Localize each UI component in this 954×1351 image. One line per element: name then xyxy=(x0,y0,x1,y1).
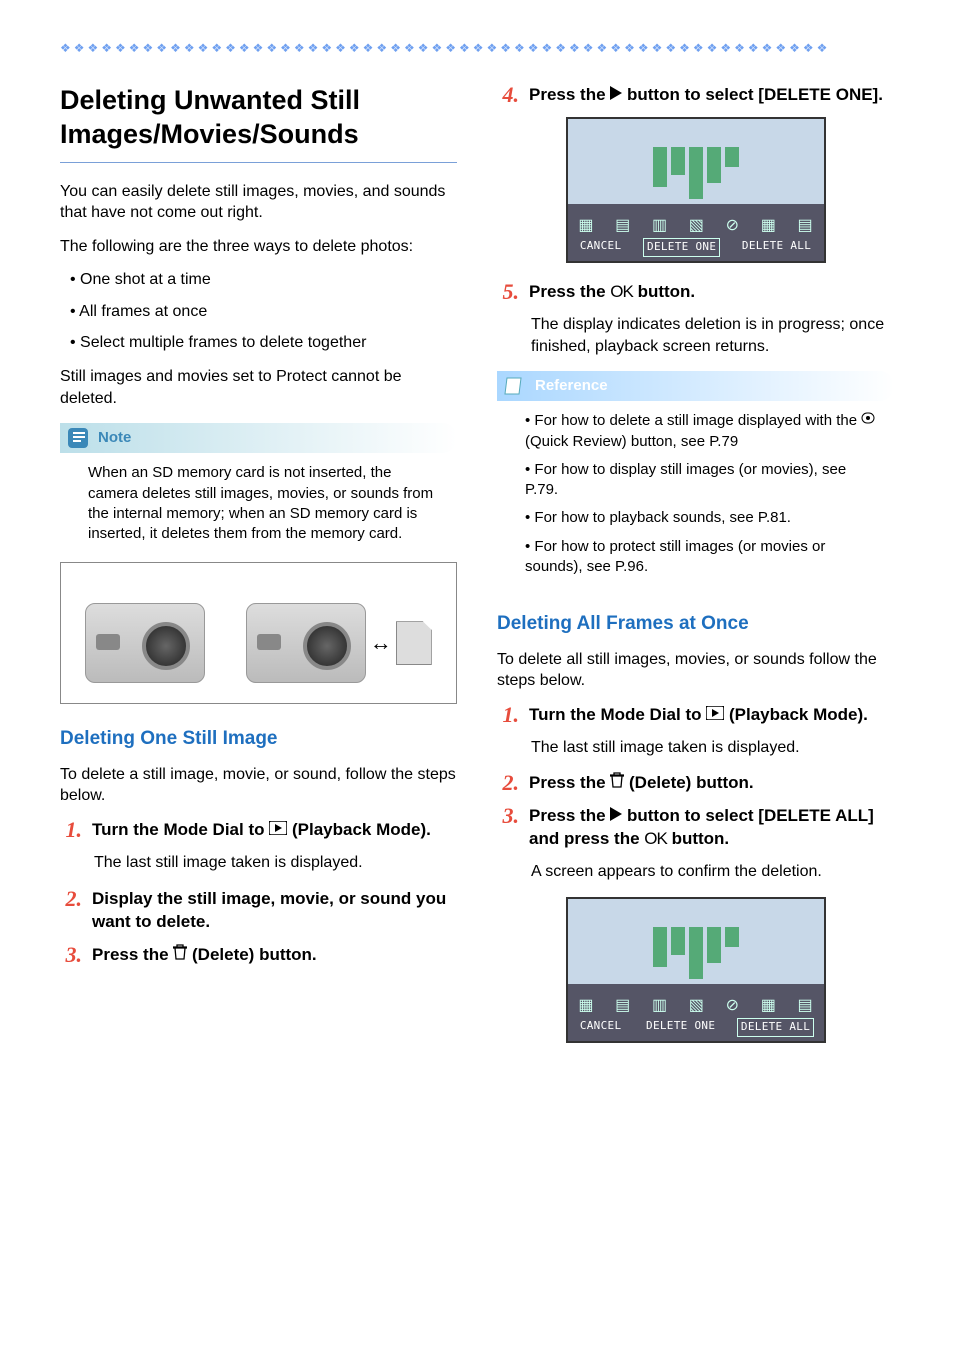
ok-icon: OK xyxy=(644,828,667,851)
step-description: A screen appears to confirm the deletion… xyxy=(531,861,894,883)
section-intro: To delete a still image, movie, or sound… xyxy=(60,764,457,807)
step-number: 1. xyxy=(497,704,519,727)
left-column: Deleting Unwanted Still Images/Movies/So… xyxy=(60,84,457,1061)
step-text: Press the (Delete) button. xyxy=(529,772,894,795)
intro-bullet-list: One shot at a time All frames at once Se… xyxy=(70,269,457,354)
two-column-layout: Deleting Unwanted Still Images/Movies/So… xyxy=(60,84,894,1061)
step-text: Display the still image, movie, or sound… xyxy=(92,888,457,934)
reference-label: Reference xyxy=(535,376,608,396)
step-1: 1. Turn the Mode Dial to (Playback Mode)… xyxy=(60,819,457,842)
step-2b: 2. Press the (Delete) button. xyxy=(497,772,894,795)
lcd-screenshot-delete-one: ▦ ▤ ▥ ▧ ⊘ ▦ ▤ CANCEL DELETE ONE DELETE A… xyxy=(566,117,826,263)
trash-icon xyxy=(610,772,624,795)
step-text: Turn the Mode Dial to (Playback Mode). xyxy=(529,704,894,727)
intro-paragraph-1: You can easily delete still images, movi… xyxy=(60,181,457,224)
thumb-icon: ⊘ xyxy=(726,215,739,237)
camera-illustration: ↔ xyxy=(60,562,457,704)
sd-card-icon xyxy=(396,621,432,665)
step-3: 3. Press the (Delete) button. xyxy=(60,944,457,967)
thumb-icon: ▦ xyxy=(578,215,593,237)
thumb-icon: ▦ xyxy=(761,995,776,1017)
thumb-icon: ⊘ xyxy=(726,995,739,1017)
reference-item: For how to display still images (or movi… xyxy=(525,460,882,501)
reference-icon xyxy=(501,372,529,400)
step-5: 5. Press the OK button. xyxy=(497,281,894,304)
camera-icon xyxy=(85,603,205,683)
camera-icon xyxy=(246,603,366,683)
screenshot-cancel: CANCEL xyxy=(577,238,625,257)
intro-bullet: Select multiple frames to delete togethe… xyxy=(70,332,457,354)
thumb-icon: ▧ xyxy=(689,995,704,1017)
note-callout: Note When an SD memory card is not inser… xyxy=(60,423,457,548)
screenshot-cancel: CANCEL xyxy=(577,1018,625,1037)
page-title: Deleting Unwanted Still Images/Movies/So… xyxy=(60,84,457,163)
thumb-icon: ▤ xyxy=(615,995,630,1017)
section-heading: Deleting One Still Image xyxy=(60,726,457,752)
screenshot-delete-one: DELETE ONE xyxy=(643,1018,718,1037)
step-description: The last still image taken is displayed. xyxy=(94,852,457,874)
step-number: 5. xyxy=(497,281,519,304)
right-column: 4. Press the button to select [DELETE ON… xyxy=(497,84,894,1061)
section-intro: To delete all still images, movies, or s… xyxy=(497,649,894,692)
reference-header: Reference xyxy=(497,371,894,401)
screenshot-delete-all: DELETE ALL xyxy=(739,238,814,257)
thumb-icon: ▦ xyxy=(578,995,593,1017)
right-arrow-icon xyxy=(610,84,622,107)
thumb-icon: ▤ xyxy=(615,215,630,237)
step-number: 3. xyxy=(497,805,519,851)
lcd-screenshot-delete-all: ▦ ▤ ▥ ▧ ⊘ ▦ ▤ CANCEL DELETE ONE DELETE A… xyxy=(566,897,826,1043)
right-arrow-icon xyxy=(610,805,622,828)
intro-bullet: One shot at a time xyxy=(70,269,457,291)
section-heading: Deleting All Frames at Once xyxy=(497,611,894,637)
intro-paragraph-3: Still images and movies set to Protect c… xyxy=(60,366,457,409)
thumb-icon: ▧ xyxy=(689,215,704,237)
step-text: Press the button to select [DELETE ALL] … xyxy=(529,805,894,851)
reference-item: For how to protect still images (or movi… xyxy=(525,537,882,578)
intro-paragraph-2: The following are the three ways to dele… xyxy=(60,236,457,258)
reference-body: For how to delete a still image displaye… xyxy=(497,401,894,589)
step-number: 3. xyxy=(60,944,82,967)
step-3b: 3. Press the button to select [DELETE AL… xyxy=(497,805,894,851)
step-4: 4. Press the button to select [DELETE ON… xyxy=(497,84,894,107)
playback-icon xyxy=(706,704,724,727)
step-text: Turn the Mode Dial to (Playback Mode). xyxy=(92,819,457,842)
quick-review-icon xyxy=(861,411,875,431)
step-text: Press the button to select [DELETE ONE]. xyxy=(529,84,894,107)
step-description: The display indicates deletion is in pro… xyxy=(531,314,894,357)
screenshot-delete-one: DELETE ONE xyxy=(643,238,720,257)
thumb-icon: ▦ xyxy=(761,215,776,237)
step-number: 1. xyxy=(60,819,82,842)
ok-icon: OK xyxy=(610,281,633,304)
step-text: Press the (Delete) button. xyxy=(92,944,457,967)
thumb-icon: ▥ xyxy=(652,995,667,1017)
reference-item: For how to playback sounds, see P.81. xyxy=(525,508,882,528)
reference-item: For how to delete a still image displaye… xyxy=(525,411,882,452)
step-description: The last still image taken is displayed. xyxy=(531,737,894,759)
step-1b: 1. Turn the Mode Dial to (Playback Mode)… xyxy=(497,704,894,727)
thumb-icon: ▥ xyxy=(652,215,667,237)
arrow-icon: ↔ xyxy=(366,628,396,658)
note-label: Note xyxy=(98,428,131,448)
thumb-icon: ▤ xyxy=(798,995,813,1017)
note-header: Note xyxy=(60,423,457,453)
screenshot-delete-all: DELETE ALL xyxy=(737,1018,814,1037)
step-number: 2. xyxy=(60,888,82,934)
step-number: 2. xyxy=(497,772,519,795)
step-number: 4. xyxy=(497,84,519,107)
playback-icon xyxy=(269,819,287,842)
step-2: 2. Display the still image, movie, or so… xyxy=(60,888,457,934)
decorative-border: ❖❖❖❖❖❖❖❖❖❖❖❖❖❖❖❖❖❖❖❖❖❖❖❖❖❖❖❖❖❖❖❖❖❖❖❖❖❖❖❖… xyxy=(60,40,894,54)
thumb-icon: ▤ xyxy=(798,215,813,237)
intro-bullet: All frames at once xyxy=(70,301,457,323)
reference-callout: Reference For how to delete a still imag… xyxy=(497,371,894,589)
note-body: When an SD memory card is not inserted, … xyxy=(60,453,457,548)
note-icon xyxy=(64,424,92,452)
step-text: Press the OK button. xyxy=(529,281,894,304)
trash-icon xyxy=(173,944,187,967)
